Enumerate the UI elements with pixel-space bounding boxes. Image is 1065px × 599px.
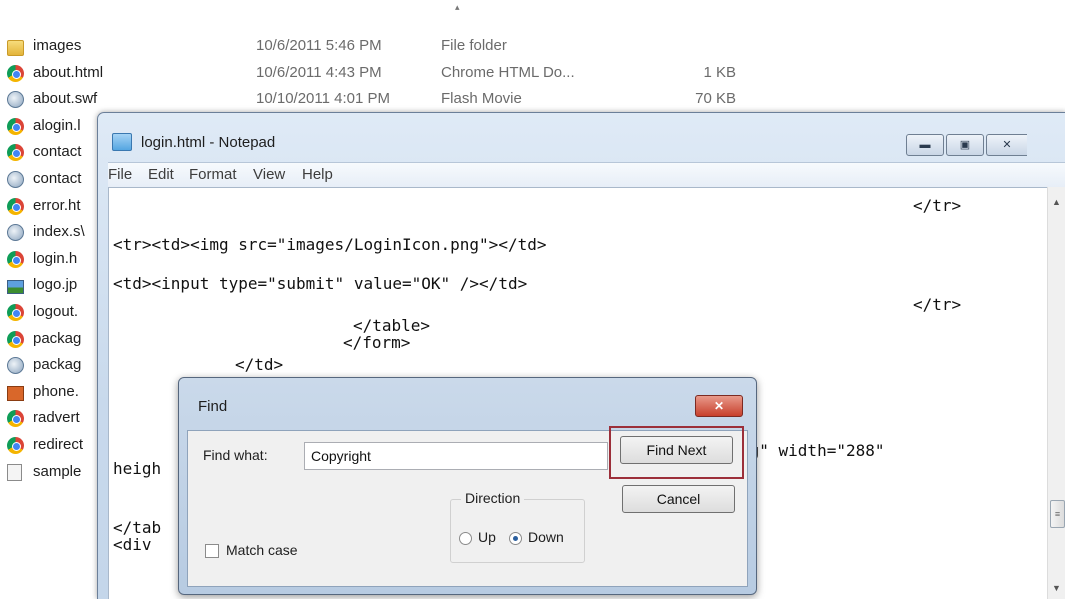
code-line: og" width="288": [740, 441, 885, 460]
code-line: <td><input type="submit" value="OK" /></…: [113, 274, 528, 293]
close-button[interactable]: ✕: [986, 134, 1027, 156]
down-label[interactable]: Down: [528, 529, 564, 545]
find-next-highlight: Find Next: [609, 426, 744, 479]
file-name: contact: [33, 143, 82, 161]
code-line: <div: [113, 535, 152, 554]
chrome-icon: [7, 410, 24, 428]
code-line: heigh: [113, 459, 162, 478]
file-name: alogin.l: [33, 116, 81, 134]
file-name: login.h: [33, 249, 78, 267]
file-name: logo.jp: [33, 276, 78, 294]
file-row[interactable]: about.swf 10/10/2011 4:01 PM Flash Movie 70…: [0, 86, 1065, 112]
file-name: contact: [33, 170, 82, 187]
file-name: sample: [33, 462, 82, 480]
menu-format[interactable]: Format: [189, 166, 237, 183]
find-dialog-title: Find: [198, 398, 228, 415]
menu-edit[interactable]: Edit: [148, 166, 174, 183]
chrome-icon: [7, 117, 24, 135]
file-name: error.ht: [33, 196, 81, 214]
minimize-button[interactable]: ▬: [906, 134, 944, 156]
image-icon: [7, 280, 24, 295]
file-type: Flash Movie: [441, 90, 522, 108]
file-name: images: [33, 37, 82, 54]
scroll-thumb[interactable]: ≡: [1050, 500, 1065, 528]
match-case-checkbox[interactable]: [205, 544, 219, 558]
file-name: about.html: [33, 63, 104, 81]
file-name: radvert: [33, 409, 80, 427]
chrome-icon: [7, 144, 24, 162]
find-dialog: Find ✕ Find what: Copyright Find Next Ca…: [178, 377, 757, 595]
file-type: File folder: [441, 37, 507, 54]
notepad-icon: [112, 133, 132, 151]
find-close-button[interactable]: ✕: [695, 395, 743, 417]
code-line: </tr>: [913, 295, 962, 314]
up-radio[interactable]: [459, 532, 472, 545]
menu-help[interactable]: Help: [302, 166, 333, 183]
text-file-icon: [7, 463, 22, 481]
file-name: index.s\: [33, 223, 85, 241]
direction-label: Direction: [461, 490, 525, 506]
file-name: redirect: [33, 436, 84, 453]
code-line: </td>: [235, 355, 284, 374]
file-size: 1 KB: [703, 63, 736, 81]
file-date: 10/10/2011 4:01 PM: [256, 90, 390, 108]
menu-bar: File Edit Format View Help: [108, 162, 1065, 187]
file-name: packag: [33, 356, 82, 374]
flash-icon: [7, 357, 24, 375]
sort-arrow-icon: ▴: [455, 2, 460, 12]
find-next-button[interactable]: Find Next: [620, 436, 733, 464]
flash-icon: [7, 224, 24, 242]
flash-icon: [7, 171, 24, 188]
folder-icon: [7, 40, 24, 56]
down-radio[interactable]: [509, 532, 522, 545]
window-title: login.html - Notepad: [141, 134, 276, 151]
file-date: 10/6/2011 5:46 PM: [256, 37, 382, 54]
file-row[interactable]: images 10/6/2011 5:46 PM File folder: [0, 33, 1065, 59]
find-what-label: Find what:: [203, 447, 268, 463]
file-date: 10/6/2011 4:43 PM: [256, 63, 382, 81]
chrome-icon: [7, 197, 24, 215]
file-name: logout.: [33, 303, 79, 320]
file-row[interactable]: about.html 10/6/2011 4:43 PM Chrome HTML D…: [0, 60, 1065, 86]
find-what-input[interactable]: Copyright: [304, 442, 608, 470]
code-line: </form>: [343, 333, 411, 352]
scroll-up-icon[interactable]: ▲: [1052, 197, 1061, 207]
chrome-icon: [7, 437, 24, 454]
chrome-icon: [7, 64, 24, 82]
up-label[interactable]: Up: [478, 529, 496, 545]
cancel-button[interactable]: Cancel: [622, 485, 735, 513]
code-line: <tr><td><img src="images/LoginIcon.png">…: [113, 235, 547, 254]
maximize-button[interactable]: ▣: [946, 134, 984, 156]
file-type: Chrome HTML Do...: [441, 63, 575, 81]
file-name: about.swf: [33, 90, 98, 108]
code-line: </tr>: [913, 196, 962, 215]
menu-view[interactable]: View: [253, 166, 285, 183]
vertical-scrollbar[interactable]: ▲ ≡ ▼: [1047, 187, 1065, 599]
flash-icon: [7, 91, 24, 109]
chrome-icon: [7, 304, 24, 321]
scroll-down-icon[interactable]: ▼: [1052, 583, 1061, 593]
file-name: phone.: [33, 382, 79, 400]
chrome-icon: [7, 250, 24, 268]
match-case-label[interactable]: Match case: [226, 542, 298, 558]
direction-group: Direction Up Down: [450, 490, 585, 563]
png-icon: [7, 385, 24, 401]
file-name: packag: [33, 329, 82, 347]
menu-file[interactable]: File: [108, 166, 132, 183]
chrome-icon: [7, 330, 24, 348]
file-size: 70 KB: [695, 90, 736, 108]
find-dialog-body: Find what: Copyright Find Next Cancel Di…: [187, 426, 748, 587]
